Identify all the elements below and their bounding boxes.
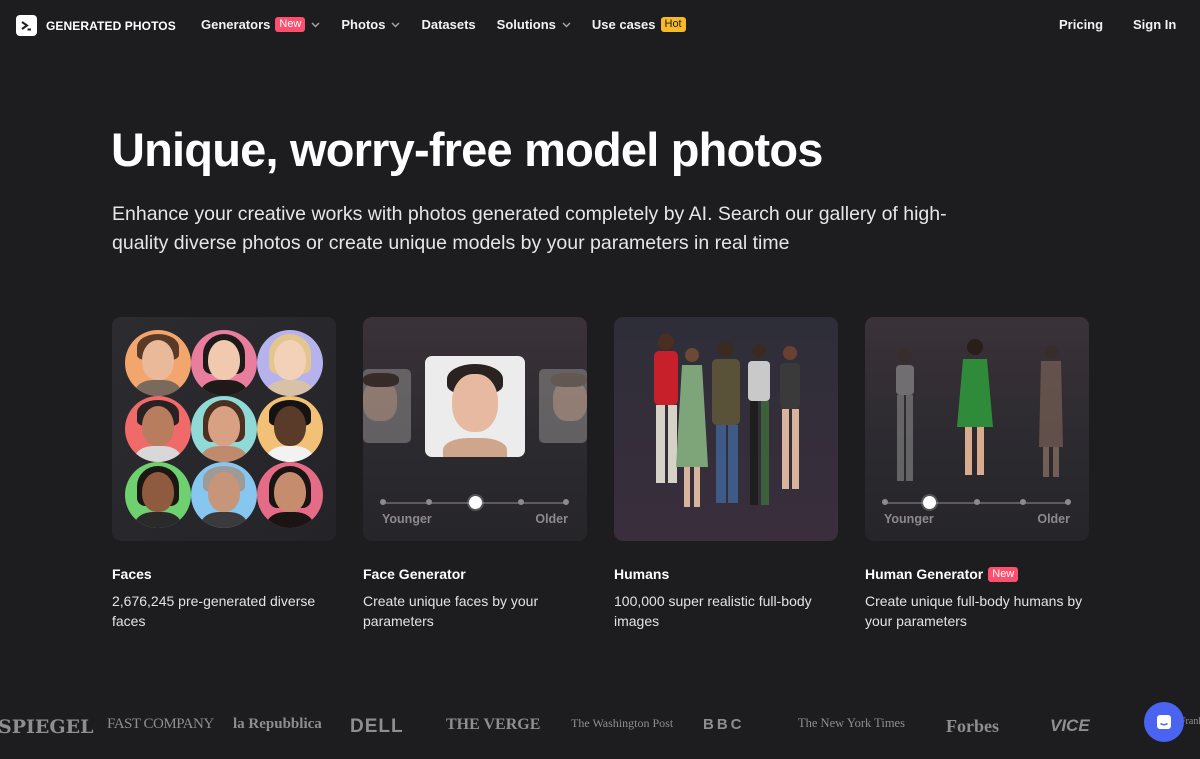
humans-group-illustration [654,334,800,507]
nav-solutions-label: Solutions [496,17,556,32]
nav-photos[interactable]: Photos [341,17,400,32]
slider-max-label: Older [1037,512,1070,526]
hero-subtitle: Enhance your creative works with photos … [112,203,947,254]
card-title: Human Generator New [865,566,1089,582]
face-thumbnail [539,369,587,443]
chevron-down-icon [562,22,571,27]
face-thumbnail [191,396,257,462]
slider-min-label: Younger [884,512,934,526]
press-logos-strip: SPIEGEL FAST COMPANY la Repubblica DELL … [0,706,1200,746]
nav-use-cases[interactable]: Use cases Hot [592,17,686,32]
pricing-link[interactable]: Pricing [1059,17,1103,32]
press-logo-fast-company: FAST COMPANY [107,716,214,732]
card-humans[interactable]: Humans 100,000 super realistic full-body… [614,317,838,631]
sign-in-link[interactable]: Sign In [1133,17,1176,32]
nav-solutions[interactable]: Solutions [497,17,571,32]
press-logo-dell: DELL [350,716,404,737]
face-generator-preview: Younger Older [363,317,587,541]
press-logo-nytimes: The New York Times [798,716,905,730]
humans-preview-image [614,317,838,541]
press-logo-spiegel: SPIEGEL [0,716,94,738]
nav-generators[interactable]: Generators New [201,17,320,32]
card-title: Humans [614,566,670,582]
card-title: Faces [112,566,152,582]
card-description: Create unique faces by your parameters [363,593,539,629]
card-description: 100,000 super realistic full-body images [614,593,812,629]
press-logo-the-verge: THE VERGE [446,716,541,733]
new-badge: New [988,566,1019,582]
nav-datasets[interactable]: Datasets [421,17,475,32]
new-badge: New [275,17,306,32]
chat-button[interactable] [1144,702,1184,742]
nav-datasets-label: Datasets [421,17,476,32]
chevron-down-icon [391,22,400,27]
human-generator-illustration [896,339,1063,481]
nav-generators-label: Generators [201,17,271,32]
brand-logo[interactable]: GENERATED PHOTOS [16,15,176,36]
slider-step [1020,499,1026,505]
slider-step [1065,499,1071,505]
slider-step [380,499,386,505]
press-logo-vice: VICE [1050,716,1090,735]
slider-step [426,499,432,505]
slider-step [563,499,569,505]
card-face-generator[interactable]: Younger Older Face Generator Create uniq… [363,317,587,631]
slider-max-label: Older [535,512,568,526]
card-faces[interactable]: Faces 2,676,245 pre-generated diverse fa… [112,317,336,631]
age-slider-knob[interactable] [469,496,482,509]
face-thumbnail [125,396,191,462]
press-logo-repubblica: la Repubblica [233,716,322,732]
brand-name: GENERATED PHOTOS [46,18,176,33]
nav-photos-label: Photos [341,17,386,32]
hero-title: Unique, worry-free model photos [111,123,823,176]
faces-preview-image [112,317,336,541]
card-description: 2,676,245 pre-generated diverse faces [112,593,316,629]
card-title: Face Generator [363,566,466,582]
face-thumbnail [125,462,191,528]
slider-step [518,499,524,505]
face-thumbnail [257,396,323,462]
face-thumbnail [125,330,191,396]
card-description: Create unique full-body humans by your p… [865,593,1083,629]
generated-face-image [425,356,525,457]
face-thumbnail [257,462,323,528]
press-logo-washington-post: The Washington Post [571,716,674,730]
face-thumbnail [191,330,257,396]
face-thumbnail [257,330,323,396]
press-logo-forbes: Forbes [946,716,999,736]
chevron-down-icon [311,22,320,27]
slider-step [974,499,980,505]
card-title-text: Human Generator [865,566,984,582]
top-navigation: GENERATED PHOTOS Generators New Photos D… [0,0,1200,52]
slider-step [882,499,888,505]
chat-icon [1157,715,1171,729]
face-thumbnail [363,369,411,443]
human-generator-preview: Younger Older [865,317,1089,541]
age-slider-knob[interactable] [923,496,936,509]
card-human-generator[interactable]: Younger Older Human Generator New Create… [865,317,1089,631]
logo-arrow-icon [16,15,37,36]
face-thumbnail [191,462,257,528]
press-logo-bbc: BBC [703,716,745,733]
nav-use-cases-label: Use cases [591,17,656,32]
hot-badge: Hot [660,17,686,32]
slider-min-label: Younger [382,512,432,526]
main-nav: Generators New Photos Datasets Solutions… [201,17,707,32]
